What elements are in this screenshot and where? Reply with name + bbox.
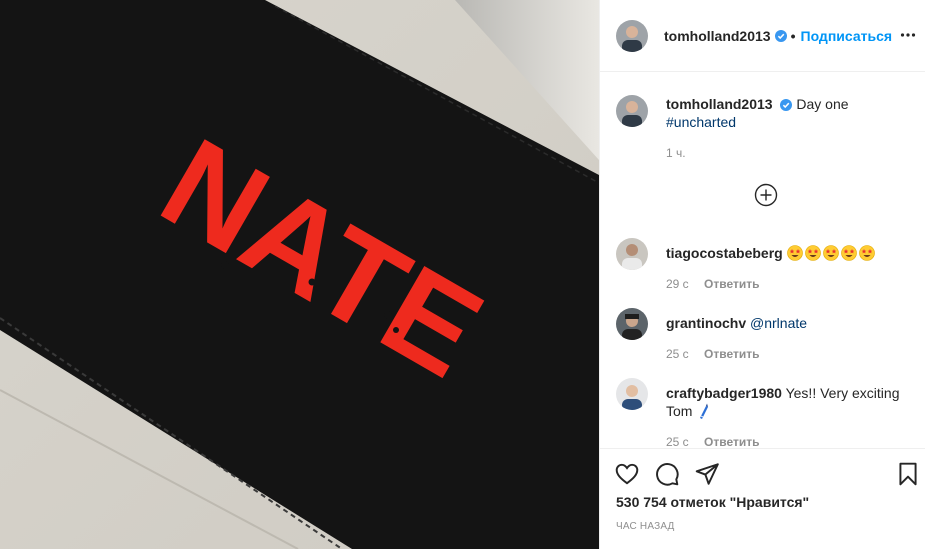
comments-list[interactable]: tomholland2013 Day one #uncharted 1 ч. t… xyxy=(600,73,925,448)
caption-time[interactable]: 1 ч. xyxy=(666,144,686,162)
heart-icon[interactable] xyxy=(614,461,640,487)
comment-item: craftybadger1980 Yes!! Very exciting Tom… xyxy=(616,378,912,448)
comment-emoji-row xyxy=(696,403,712,419)
star-struck-emoji-icon xyxy=(858,245,875,261)
follow-button[interactable]: Подписаться xyxy=(801,28,893,44)
likes-count[interactable]: 530 754 отметок "Нравится" xyxy=(616,494,809,510)
caption-hashtag[interactable]: #uncharted xyxy=(666,114,736,130)
comment-time[interactable]: 29 с xyxy=(666,275,689,293)
comment-mention[interactable]: @nrlnate xyxy=(750,315,807,331)
post-header: tomholland2013 • Подписаться xyxy=(600,0,925,72)
post-photo[interactable]: NATE xyxy=(0,0,599,549)
comment-emoji-row xyxy=(786,245,877,261)
caption-avatar[interactable] xyxy=(616,95,648,127)
comment-username[interactable]: tiagocostabeberg xyxy=(666,245,783,261)
star-struck-emoji-icon xyxy=(822,245,839,261)
caption-username[interactable]: tomholland2013 xyxy=(666,96,773,112)
caption: tomholland2013 Day one #uncharted 1 ч. xyxy=(616,95,912,165)
more-options-icon[interactable] xyxy=(900,27,916,43)
crayon-emoji-icon xyxy=(700,403,709,419)
nate-print-text: NATE xyxy=(139,112,504,405)
comment-item: grantinochv @nrlnate 25 с Ответить xyxy=(616,308,912,368)
nate-print: NATE xyxy=(139,112,504,405)
separator-dot: • xyxy=(790,27,796,44)
verified-badge-icon xyxy=(780,99,793,111)
author-avatar[interactable] xyxy=(616,19,648,52)
commenter-avatar[interactable] xyxy=(616,308,648,340)
load-more-comments-icon[interactable] xyxy=(754,183,778,207)
post-timestamp[interactable]: ЧАС НАЗАД xyxy=(616,521,675,532)
bookmark-icon[interactable] xyxy=(895,461,921,487)
author-username[interactable]: tomholland2013 xyxy=(664,28,771,44)
comment-icon[interactable] xyxy=(654,461,680,487)
comment-item: tiagocostabeberg 29 с Ответить xyxy=(616,238,912,298)
comment-time[interactable]: 25 с xyxy=(666,345,689,363)
commenter-avatar[interactable] xyxy=(616,238,648,270)
reply-button[interactable]: Ответить xyxy=(704,275,759,293)
reply-button[interactable]: Ответить xyxy=(704,345,759,363)
star-struck-emoji-icon xyxy=(804,245,821,261)
comment-time[interactable]: 25 с xyxy=(666,433,689,448)
verified-badge-icon xyxy=(774,29,787,42)
post-sidebar: tomholland2013 • Подписаться tomholland2… xyxy=(599,0,925,549)
commenter-avatar[interactable] xyxy=(616,378,648,410)
comment-username[interactable]: grantinochv xyxy=(666,315,746,331)
comment-username[interactable]: craftybadger1980 xyxy=(666,385,782,401)
star-struck-emoji-icon xyxy=(840,245,857,261)
action-bar: 530 754 отметок "Нравится" ЧАС НАЗАД xyxy=(600,448,925,549)
star-struck-emoji-icon xyxy=(786,245,803,261)
caption-text: Day one xyxy=(796,96,849,112)
share-icon[interactable] xyxy=(694,461,720,487)
reply-button[interactable]: Ответить xyxy=(704,433,759,448)
